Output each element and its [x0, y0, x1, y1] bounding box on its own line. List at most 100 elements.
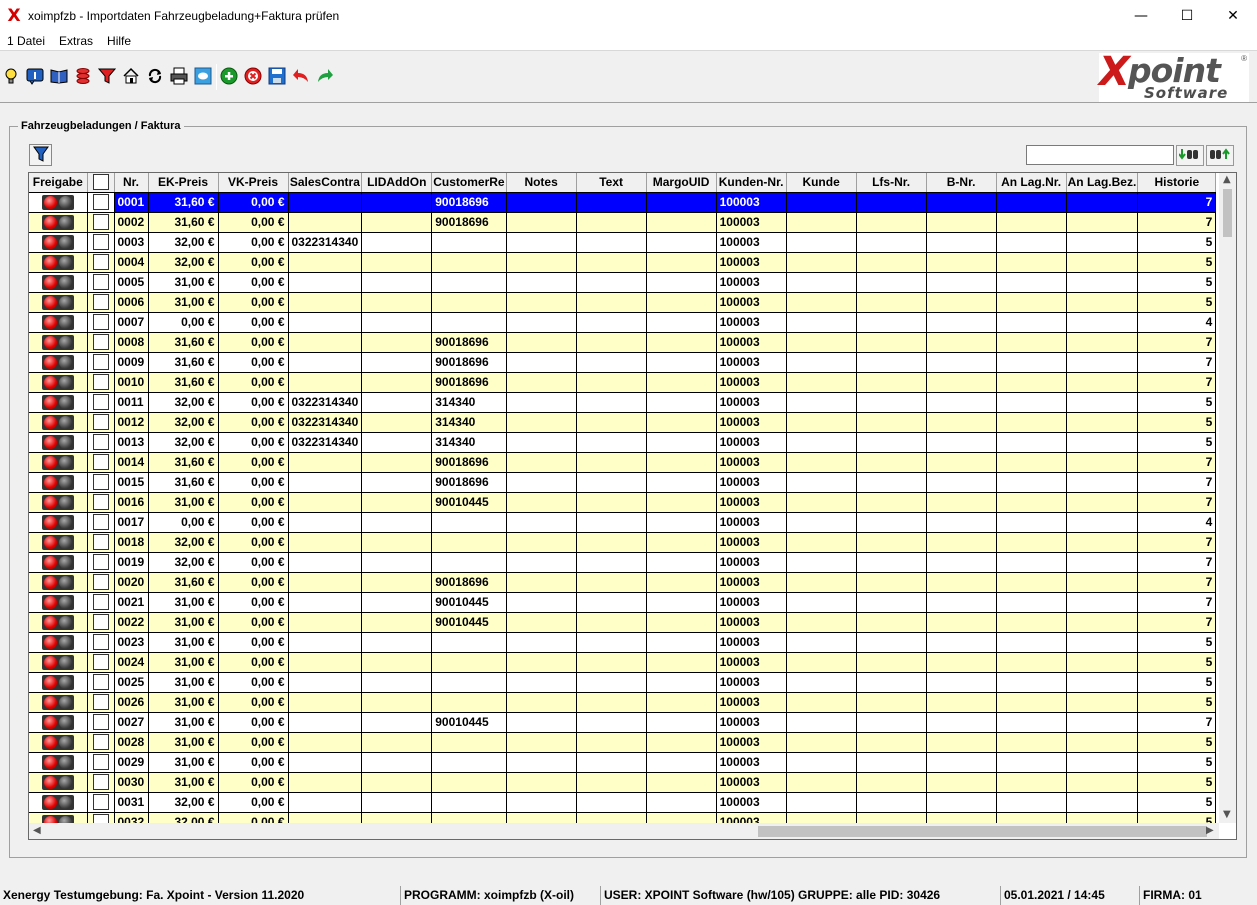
margouid-cell[interactable] — [646, 812, 717, 823]
lfs-nr-cell[interactable] — [856, 492, 927, 513]
b-nr-cell[interactable] — [926, 532, 997, 553]
an-lag-nr-cell[interactable] — [996, 792, 1067, 813]
an-lag-bez-cell[interactable] — [1066, 592, 1139, 613]
an-lag-bez-cell[interactable] — [1066, 532, 1139, 553]
margouid-cell[interactable] — [646, 532, 717, 553]
traffic-light-icon[interactable] — [41, 454, 74, 470]
lidaddon-cell[interactable] — [361, 272, 433, 293]
row-checkbox[interactable] — [92, 694, 109, 710]
ek-preis-cell[interactable]: 31,00 € — [148, 752, 219, 773]
ek-preis-cell[interactable]: 32,00 € — [148, 552, 219, 573]
margouid-cell[interactable] — [646, 752, 717, 773]
row-checkbox[interactable] — [92, 574, 109, 590]
notes-cell[interactable] — [506, 192, 577, 213]
scroll-up-icon[interactable]: ▲ — [1223, 174, 1231, 185]
an-lag-bez-cell[interactable] — [1066, 492, 1139, 513]
notes-cell[interactable] — [506, 592, 577, 613]
add-icon[interactable] — [218, 65, 240, 87]
nr-cell[interactable]: 0013 — [114, 432, 149, 453]
b-nr-cell[interactable] — [926, 292, 997, 313]
vk-preis-cell[interactable]: 0,00 € — [218, 392, 289, 413]
nr-cell[interactable]: 0012 — [114, 412, 149, 433]
customerre-cell[interactable]: 314340 — [431, 412, 507, 433]
vk-preis-cell[interactable]: 0,00 € — [218, 192, 289, 213]
text-cell[interactable] — [576, 412, 647, 433]
notes-cell[interactable] — [506, 492, 577, 513]
lfs-nr-cell[interactable] — [856, 612, 927, 633]
info-icon[interactable] — [24, 65, 46, 87]
text-cell[interactable] — [576, 472, 647, 493]
freigabe-cell[interactable] — [29, 612, 88, 633]
kunden-nr-cell[interactable]: 100003 — [716, 492, 787, 513]
customerre-cell[interactable]: 314340 — [431, 392, 507, 413]
kunden-nr-cell[interactable]: 100003 — [716, 292, 787, 313]
salescontra-cell[interactable] — [288, 552, 363, 573]
row-checkbox[interactable] — [92, 474, 109, 490]
text-cell[interactable] — [576, 492, 647, 513]
check-cell[interactable] — [87, 292, 115, 313]
scroll-right-icon[interactable]: ▶ — [1206, 825, 1214, 836]
horizontal-scroll-thumb[interactable] — [758, 826, 1207, 837]
row-checkbox[interactable] — [92, 734, 109, 750]
customerre-cell[interactable]: 90018696 — [431, 472, 507, 493]
traffic-light-icon[interactable] — [41, 754, 74, 770]
notes-cell[interactable] — [506, 512, 577, 533]
lidaddon-cell[interactable] — [361, 412, 433, 433]
kunde-cell[interactable] — [786, 592, 857, 613]
salescontra-cell[interactable] — [288, 312, 363, 333]
ek-preis-cell[interactable]: 31,00 € — [148, 692, 219, 713]
text-cell[interactable] — [576, 612, 647, 633]
table-row[interactable]: 0005 31,00 €0,00 € 100003 5 — [29, 272, 1217, 293]
notes-cell[interactable] — [506, 292, 577, 313]
ek-preis-cell[interactable]: 32,00 € — [148, 232, 219, 253]
table-row[interactable]: 0017 0,00 €0,00 €100003 4 — [29, 512, 1217, 533]
an-lag-nr-cell[interactable] — [996, 632, 1067, 653]
historie-cell[interactable]: 7 — [1137, 192, 1217, 213]
row-checkbox[interactable] — [92, 414, 109, 430]
check-cell[interactable] — [87, 272, 115, 293]
row-checkbox[interactable] — [92, 294, 109, 310]
vk-preis-cell[interactable]: 0,00 € — [218, 752, 289, 773]
col-header[interactable]: Text — [576, 173, 647, 193]
kunden-nr-cell[interactable]: 100003 — [716, 552, 787, 573]
an-lag-nr-cell[interactable] — [996, 772, 1067, 793]
b-nr-cell[interactable] — [926, 772, 997, 793]
text-cell[interactable] — [576, 212, 647, 233]
an-lag-nr-cell[interactable] — [996, 352, 1067, 373]
historie-cell[interactable]: 4 — [1137, 512, 1217, 533]
margouid-cell[interactable] — [646, 332, 717, 353]
historie-cell[interactable]: 7 — [1137, 372, 1217, 393]
notes-cell[interactable] — [506, 252, 577, 273]
notes-cell[interactable] — [506, 532, 577, 553]
vk-preis-cell[interactable]: 0,00 € — [218, 232, 289, 253]
an-lag-nr-cell[interactable] — [996, 592, 1067, 613]
an-lag-bez-cell[interactable] — [1066, 392, 1139, 413]
table-row[interactable]: 0012 32,00 €0,00 €0322314340 314340 100003 5 — [29, 412, 1217, 433]
an-lag-bez-cell[interactable] — [1066, 572, 1139, 593]
an-lag-nr-cell[interactable] — [996, 732, 1067, 753]
check-cell[interactable] — [87, 532, 115, 553]
home-icon[interactable] — [120, 65, 142, 87]
kunde-cell[interactable] — [786, 292, 857, 313]
lfs-nr-cell[interactable] — [856, 232, 927, 253]
customerre-cell[interactable]: 90018696 — [431, 332, 507, 353]
text-cell[interactable] — [576, 532, 647, 553]
search-up-button[interactable] — [1206, 145, 1234, 166]
check-cell[interactable] — [87, 452, 115, 473]
traffic-light-icon[interactable] — [41, 494, 74, 510]
kunden-nr-cell[interactable]: 100003 — [716, 632, 787, 653]
vk-preis-cell[interactable]: 0,00 € — [218, 432, 289, 453]
kunde-cell[interactable] — [786, 552, 857, 573]
an-lag-nr-cell[interactable] — [996, 552, 1067, 573]
salescontra-cell[interactable]: 0322314340 — [288, 412, 363, 433]
delete-icon[interactable] — [242, 65, 264, 87]
salescontra-cell[interactable] — [288, 652, 363, 673]
freigabe-cell[interactable] — [29, 312, 88, 333]
notes-cell[interactable] — [506, 372, 577, 393]
row-checkbox[interactable] — [92, 634, 109, 650]
an-lag-nr-cell[interactable] — [996, 472, 1067, 493]
ek-preis-cell[interactable]: 31,00 € — [148, 732, 219, 753]
kunde-cell[interactable] — [786, 512, 857, 533]
notes-cell[interactable] — [506, 652, 577, 673]
freigabe-cell[interactable] — [29, 772, 88, 793]
